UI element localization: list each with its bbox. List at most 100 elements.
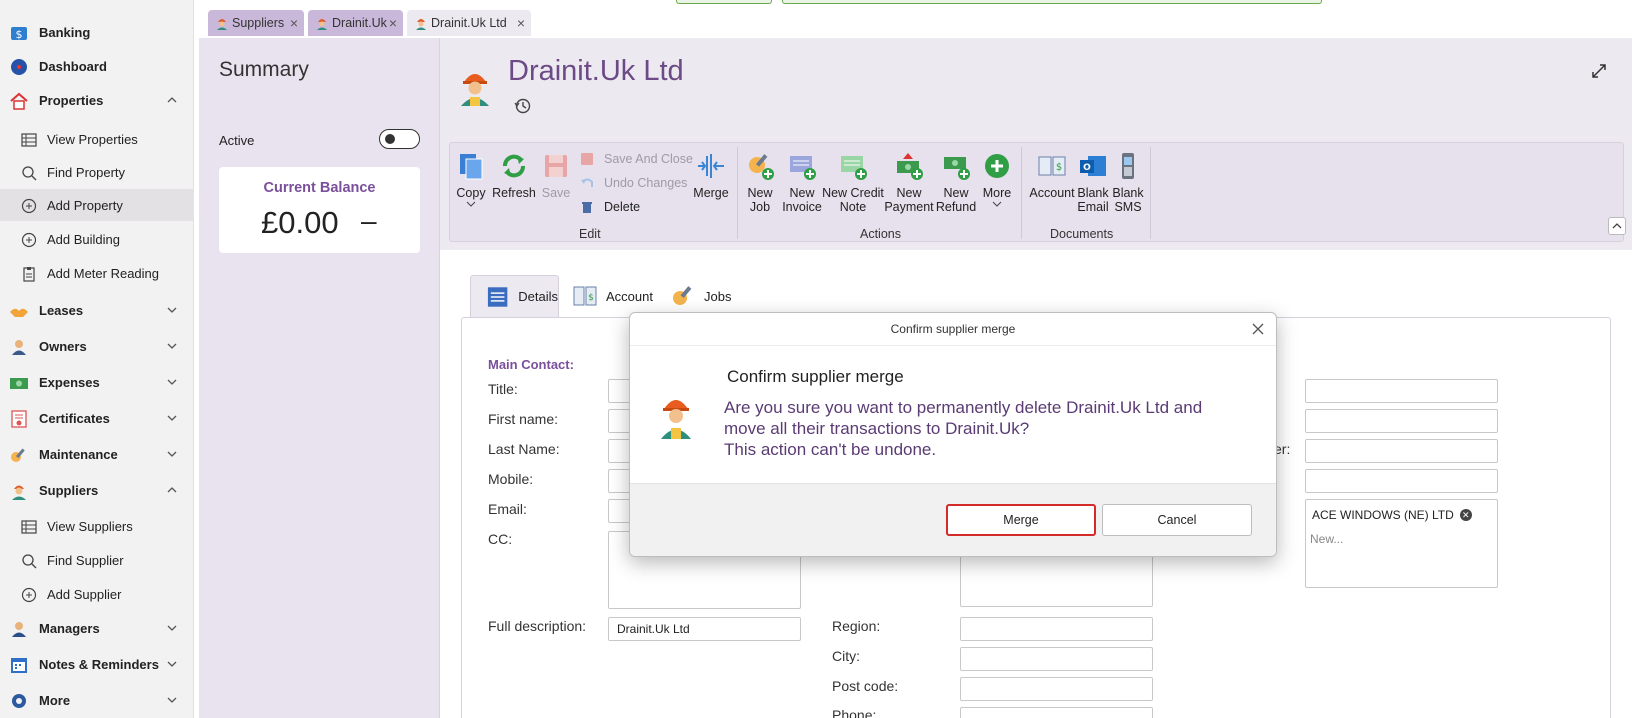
- account-icon: $: [1038, 156, 1066, 176]
- chevron-down-icon: [167, 343, 177, 349]
- sidebar-item-label: Owners: [39, 338, 87, 354]
- sidebar-item-maintenance[interactable]: Maintenance: [0, 438, 194, 470]
- edit-group-label: Edit: [579, 227, 601, 241]
- sidebar-item-more[interactable]: More: [0, 684, 194, 716]
- sidebar-item-add-building[interactable]: Add Building: [0, 223, 194, 255]
- merge-button[interactable]: Merge: [693, 151, 729, 200]
- sidebar-item-view-properties[interactable]: View Properties: [0, 123, 194, 155]
- new-refund-button[interactable]: New Refund: [935, 151, 977, 214]
- sidebar-item-label: Properties: [39, 92, 104, 108]
- new-invoice-button[interactable]: New Invoice: [780, 151, 824, 214]
- worker-icon: [217, 19, 227, 30]
- tab-close-icon[interactable]: ×: [389, 15, 397, 31]
- tab-drainit-uk-ltd[interactable]: Drainit.Uk Ltd ×: [407, 10, 531, 36]
- cancel-button[interactable]: Cancel: [1102, 504, 1252, 536]
- sidebar-item-banking[interactable]: $ Banking: [0, 16, 194, 48]
- sidebar-item-add-property[interactable]: Add Property: [0, 189, 194, 221]
- svg-text:O: O: [1083, 163, 1091, 173]
- worker-icon: [9, 481, 29, 501]
- person-icon: [9, 337, 29, 357]
- sidebar-item-certificates[interactable]: Certificates: [0, 402, 194, 434]
- ribbon-collapse-button[interactable]: [1608, 217, 1626, 235]
- search-icon: [19, 163, 39, 183]
- sidebar-item-label: Maintenance: [39, 446, 118, 462]
- worker-icon: [416, 19, 426, 30]
- sidebar-item-owners[interactable]: Owners: [0, 330, 194, 362]
- post-code-label: Post code:: [832, 678, 899, 694]
- sidebar-item-properties[interactable]: Properties: [0, 84, 194, 116]
- sidebar-item-label: Dashboard: [39, 58, 107, 74]
- city-input[interactable]: [960, 647, 1153, 671]
- money-icon: [9, 373, 29, 393]
- svg-text:$: $: [588, 293, 594, 303]
- sidebar-item-add-supplier[interactable]: Add Supplier: [0, 578, 194, 610]
- copy-button[interactable]: Copy: [455, 151, 487, 208]
- phone-input[interactable]: [960, 707, 1153, 718]
- tab-close-icon[interactable]: ×: [290, 15, 298, 31]
- sidebar-item-expenses[interactable]: Expenses: [0, 366, 194, 398]
- new-payment-button[interactable]: New Payment: [884, 151, 934, 214]
- plus-circle-icon: [19, 230, 39, 250]
- sidebar-item-label: Leases: [39, 302, 84, 318]
- right-input-1[interactable]: [1305, 379, 1498, 403]
- refresh-button[interactable]: Refresh: [492, 151, 536, 200]
- sidebar-item-label: Certificates: [39, 410, 110, 426]
- sidebar-item-notes-reminders[interactable]: Notes & Reminders: [0, 648, 194, 680]
- dialog-title: Confirm supplier merge: [890, 322, 1016, 336]
- sidebar-item-find-property[interactable]: Find Property: [0, 156, 194, 188]
- tab-close-icon[interactable]: ×: [517, 15, 525, 31]
- tab-details[interactable]: Details: [470, 275, 559, 317]
- ribbon-separator: [1150, 147, 1151, 239]
- delete-button[interactable]: Delete: [580, 200, 640, 214]
- sidebar-item-label: More: [39, 692, 71, 708]
- new-job-button[interactable]: New Job: [744, 151, 776, 214]
- post-code-input[interactable]: [960, 677, 1153, 701]
- top-green-element: [782, 0, 1322, 4]
- undo-changes-button[interactable]: Undo Changes: [580, 176, 687, 190]
- tab-account[interactable]: $ Account: [572, 275, 653, 317]
- phone-label: Phone:: [832, 707, 877, 718]
- search-icon: [19, 551, 39, 571]
- sidebar-item-dashboard[interactable]: Dashboard: [0, 50, 194, 82]
- tab-suppliers[interactable]: Suppliers ×: [208, 10, 304, 36]
- phone-icon: [1122, 153, 1134, 179]
- region-input[interactable]: [960, 617, 1153, 641]
- sidebar-item-managers[interactable]: Managers: [0, 612, 194, 644]
- copy-icon: [460, 154, 483, 180]
- save-and-close-button[interactable]: Save And Close: [580, 152, 693, 166]
- merge-confirm-button[interactable]: Merge: [946, 504, 1096, 536]
- svg-text:$: $: [16, 28, 23, 41]
- blank-sms-button[interactable]: Blank SMS: [1111, 151, 1145, 214]
- more-button[interactable]: More: [979, 151, 1015, 208]
- gear-icon: [9, 691, 29, 711]
- tags-box[interactable]: ACE WINDOWS (NE) LTD ✕ New...: [1305, 499, 1498, 588]
- right-input-4[interactable]: [1305, 469, 1498, 493]
- chevron-down-icon: [167, 625, 177, 631]
- account-icon: $: [573, 286, 597, 306]
- sidebar-item-leases[interactable]: Leases: [0, 294, 194, 326]
- tag-new-input[interactable]: New...: [1310, 532, 1343, 546]
- save-button[interactable]: Save: [541, 151, 571, 200]
- dialog-heading: Confirm supplier merge: [727, 367, 904, 386]
- full-description-input[interactable]: Drainit.Uk Ltd: [608, 617, 801, 641]
- sidebar-item-view-suppliers[interactable]: View Suppliers: [0, 510, 194, 542]
- new-credit-note-button[interactable]: New Credit Note: [820, 151, 886, 214]
- main-contact-heading: Main Contact:: [488, 357, 574, 372]
- account-button[interactable]: $ Account: [1029, 151, 1075, 200]
- history-icon[interactable]: [514, 97, 532, 115]
- tag-remove-icon[interactable]: ✕: [1459, 509, 1472, 521]
- chevron-up-icon: [167, 487, 177, 493]
- tab-jobs[interactable]: Jobs: [670, 275, 731, 317]
- active-toggle[interactable]: [379, 129, 420, 149]
- table-icon: [19, 517, 39, 537]
- expand-icon[interactable]: [1590, 62, 1608, 80]
- right-input-2[interactable]: [1305, 409, 1498, 433]
- sidebar-item-label: Add Building: [47, 231, 120, 247]
- sidebar-item-suppliers[interactable]: Suppliers: [0, 474, 194, 506]
- close-icon[interactable]: [1250, 321, 1266, 337]
- blank-email-button[interactable]: O Blank Email: [1076, 151, 1110, 214]
- sidebar-item-find-supplier[interactable]: Find Supplier: [0, 544, 194, 576]
- right-input-3[interactable]: [1305, 439, 1498, 463]
- sidebar-item-add-meter-reading[interactable]: Add Meter Reading: [0, 257, 194, 289]
- tab-drainit-uk[interactable]: Drainit.Uk ×: [308, 10, 403, 36]
